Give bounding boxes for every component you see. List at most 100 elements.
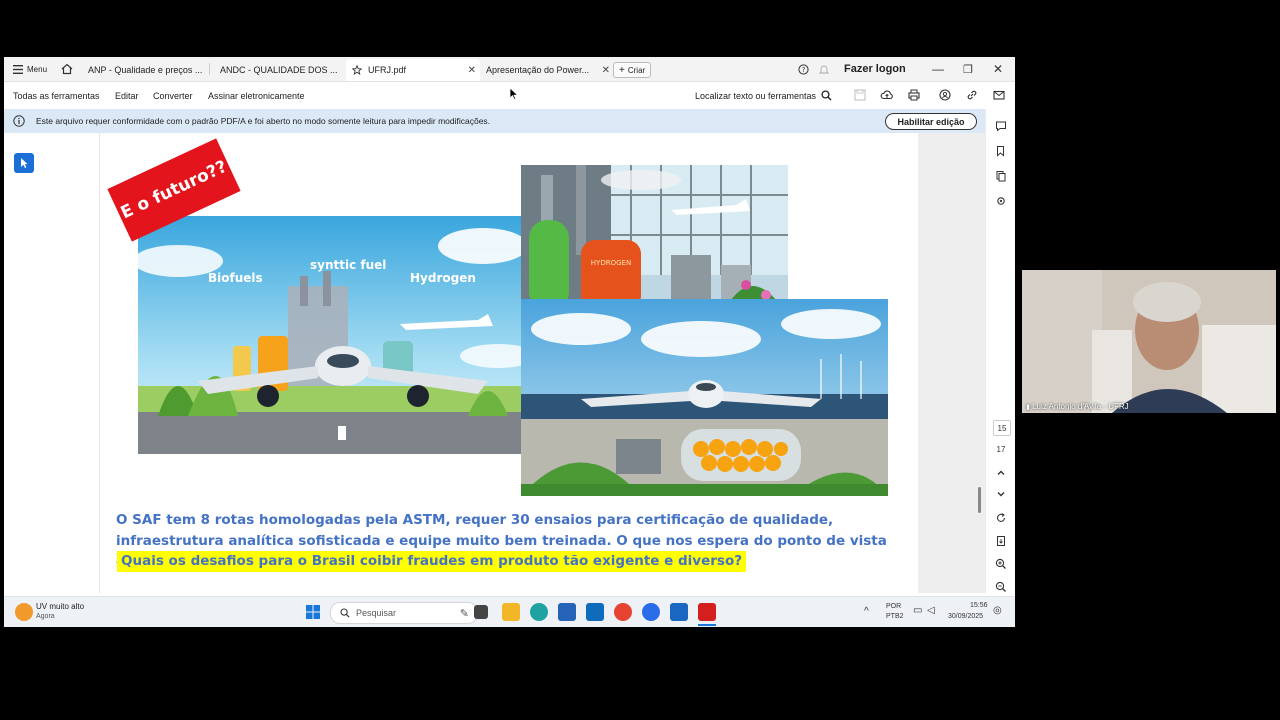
search-placeholder: Pesquisar xyxy=(356,608,397,618)
biofuels-label: Biofuels xyxy=(208,271,263,285)
total-pages: 17 xyxy=(996,444,1006,454)
language-top[interactable]: POR xyxy=(886,603,901,610)
future-fuels-image: Biofuels synttic fuel Hydrogen xyxy=(138,216,522,454)
edit-menu[interactable]: Editar xyxy=(115,82,139,109)
pdf-page: Biofuels synttic fuel Hydrogen HYDROGEN … xyxy=(100,133,918,593)
clock-date[interactable]: 30/09/2025 xyxy=(948,613,983,620)
active-app-indicator xyxy=(698,624,716,626)
weather-subtitle: Agora xyxy=(36,613,55,620)
slide-highlight-question: Quais os desafios para o Brasil coibir f… xyxy=(117,551,747,572)
language-bottom[interactable]: PTB2 xyxy=(886,613,904,620)
tab-ufrj-pdf[interactable]: UFRJ.pdf ✕ xyxy=(346,59,480,81)
file-explorer-icon[interactable] xyxy=(502,603,520,621)
weather-title[interactable]: UV muito alto xyxy=(36,602,84,611)
tab-label: Apresentação do Power... xyxy=(486,65,590,75)
security-settings-icon[interactable] xyxy=(995,195,1007,207)
clock-time[interactable]: 15:56 xyxy=(970,602,988,609)
vertical-scrollbar[interactable] xyxy=(978,487,981,513)
home-icon xyxy=(61,63,73,75)
link-icon[interactable] xyxy=(965,88,979,102)
signin-button[interactable]: Fazer logon xyxy=(844,57,906,81)
extract-page-icon[interactable] xyxy=(995,535,1007,547)
bell-icon xyxy=(819,65,829,73)
create-label: Criar xyxy=(627,65,646,75)
network-icon[interactable]: ▭ xyxy=(913,605,922,616)
page-up-icon[interactable] xyxy=(995,467,1007,479)
tab-andc[interactable]: ANDC - QUALIDADE DOS ... xyxy=(214,59,346,81)
zoom-icon[interactable] xyxy=(642,603,660,621)
search-icon xyxy=(340,608,350,618)
help-button[interactable]: ? xyxy=(798,57,809,81)
close-tab-icon[interactable]: ✕ xyxy=(602,65,610,76)
bookmark-icon[interactable] xyxy=(995,145,1007,157)
notification-center-icon[interactable]: ◎ xyxy=(993,605,1002,616)
close-window-button[interactable]: ✕ xyxy=(993,57,1003,81)
minimize-button[interactable]: — xyxy=(932,57,944,81)
cloud-upload-icon[interactable] xyxy=(880,88,894,102)
signal-bars-icon: ▮ xyxy=(1026,404,1030,411)
hydrogen-label: Hydrogen xyxy=(410,271,476,285)
close-icon: ✕ xyxy=(993,62,1004,76)
save-icon[interactable] xyxy=(853,88,867,102)
tab-bar: Menu ANP - Qualidade e preços ... ANDC -… xyxy=(4,57,1015,82)
tab-powerpoint[interactable]: Apresentação do Power... ✕ xyxy=(480,59,614,81)
all-tools-menu[interactable]: Todas as ferramentas xyxy=(13,82,100,109)
left-tool-panel xyxy=(4,133,100,593)
volume-icon[interactable]: ◁ xyxy=(927,605,935,616)
home-button[interactable] xyxy=(61,57,73,81)
page-down-icon[interactable] xyxy=(995,488,1007,500)
close-tab-icon[interactable]: ✕ xyxy=(468,65,476,76)
cursor-arrow-icon xyxy=(21,158,28,168)
banner-message: Este arquivo requer conformidade com o p… xyxy=(36,116,491,126)
print-icon[interactable] xyxy=(907,88,921,102)
plus-icon: + xyxy=(619,64,625,76)
hamburger-icon xyxy=(13,64,23,74)
task-view-icon[interactable] xyxy=(474,605,488,619)
share-review-icon[interactable] xyxy=(938,88,952,102)
pages-icon[interactable] xyxy=(995,170,1007,182)
star-icon xyxy=(352,65,362,75)
right-tool-rail: 15 17 xyxy=(985,109,1015,593)
document-viewer[interactable]: Biofuels synttic fuel Hydrogen HYDROGEN … xyxy=(100,133,985,593)
zoom-out-icon[interactable] xyxy=(995,581,1007,593)
pdfa-banner: Este arquivo requer conformidade com o p… xyxy=(4,109,985,133)
svg-text:?: ? xyxy=(802,66,806,74)
saf-airport-image xyxy=(521,299,888,496)
participant-name-text: Luiz Antonio d'Avila - UFRJ xyxy=(1032,402,1129,411)
sign-menu[interactable]: Assinar eletronicamente xyxy=(208,82,305,109)
zoom-in-icon[interactable] xyxy=(995,558,1007,570)
restore-button[interactable]: ❐ xyxy=(963,57,973,81)
rotate-icon[interactable] xyxy=(995,512,1007,524)
tab-divider xyxy=(209,63,210,75)
acrobat-window: Menu ANP - Qualidade e preços ... ANDC -… xyxy=(4,57,1015,627)
menu-label: Menu xyxy=(27,64,48,74)
restore-icon: ❐ xyxy=(963,63,973,76)
synfuel-label: synttic fuel xyxy=(310,258,386,272)
find-tools-search[interactable]: Localizar texto ou ferramentas xyxy=(695,82,832,109)
select-tool-button[interactable] xyxy=(14,153,34,173)
email-icon[interactable] xyxy=(992,88,1006,102)
store-icon[interactable] xyxy=(558,603,576,621)
notifications-button[interactable] xyxy=(819,57,829,81)
enable-editing-button[interactable]: Habilitar edição xyxy=(885,113,977,130)
tab-label: ANDC - QUALIDADE DOS ... xyxy=(220,65,338,75)
chevron-up-icon[interactable]: ^ xyxy=(864,606,869,617)
convert-menu[interactable]: Converter xyxy=(153,82,193,109)
comment-icon[interactable] xyxy=(995,120,1007,132)
outlook-icon[interactable] xyxy=(586,603,604,621)
acrobat-icon[interactable] xyxy=(698,603,716,621)
weather-sun-icon[interactable] xyxy=(15,603,33,621)
tab-label: ANP - Qualidade e preços ... xyxy=(88,65,203,75)
copilot-icon: ✎ xyxy=(459,607,469,620)
webcam-video: ▮ Luiz Antonio d'Avila - UFRJ xyxy=(1022,270,1276,413)
create-button[interactable]: + Criar xyxy=(613,62,652,78)
current-page-number[interactable]: 15 xyxy=(993,420,1011,436)
search-icon xyxy=(821,90,832,101)
tab-anp[interactable]: ANP - Qualidade e preços ... xyxy=(82,59,212,81)
chrome-icon[interactable] xyxy=(614,603,632,621)
taskbar-search[interactable]: Pesquisar ✎ xyxy=(330,602,478,624)
outlook-new-icon[interactable] xyxy=(670,603,688,621)
edge-icon[interactable] xyxy=(530,603,548,621)
windows-start-icon[interactable] xyxy=(304,603,322,621)
menu-button[interactable]: Menu xyxy=(13,57,47,81)
